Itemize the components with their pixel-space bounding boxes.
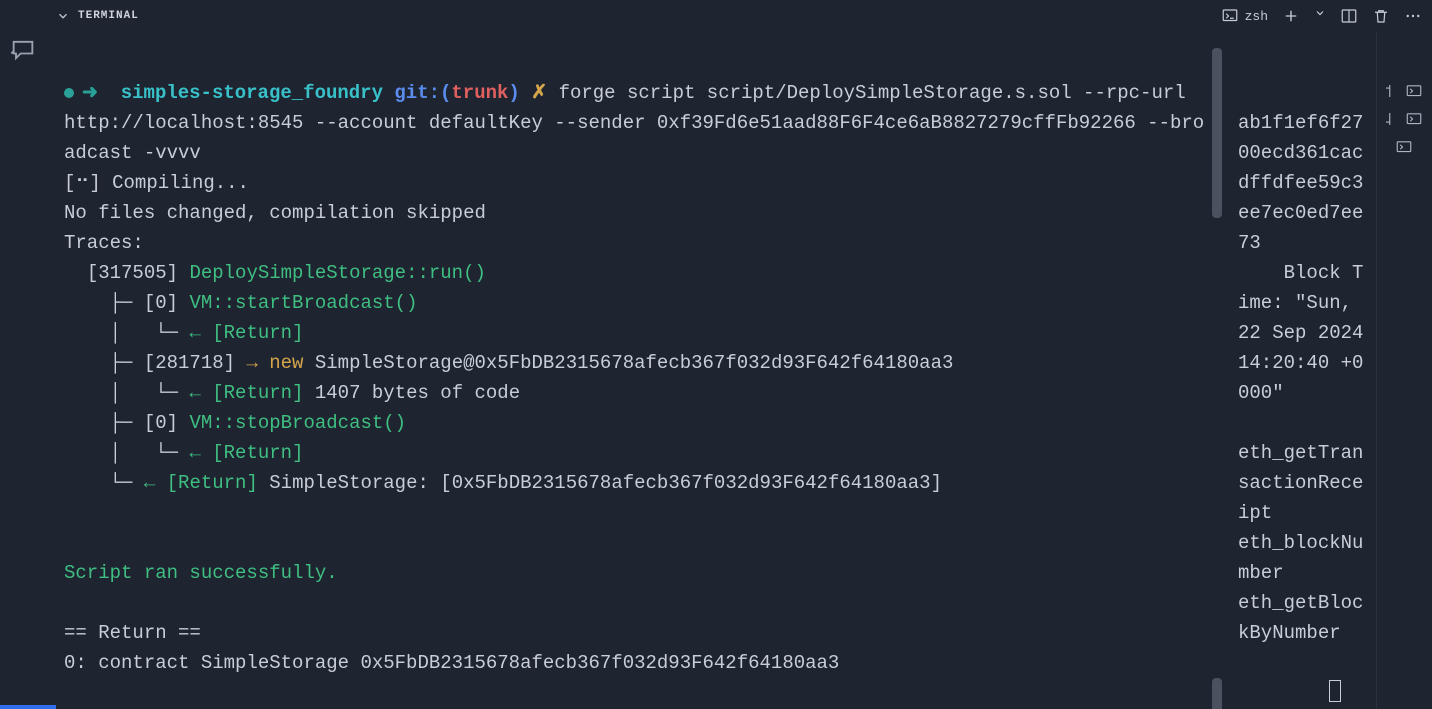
terminal-scrollbar[interactable] xyxy=(1212,48,1222,709)
trace-l2-pre: ├─ [281718] xyxy=(64,352,246,374)
trace-last-tail: SimpleStorage: [0x5FbDB2315678afecb367f0… xyxy=(258,472,942,494)
terminal-output[interactable]: ➜ simples-storage_foundry git:(trunk) ✗ … xyxy=(46,32,1226,709)
new-terminal-plus-icon[interactable] xyxy=(1282,7,1300,25)
trace-l3-vm: VM:: xyxy=(189,412,235,434)
terminal-small-icon xyxy=(1395,138,1413,156)
out-traces: Traces: xyxy=(64,232,144,254)
trace-l3-pre: ├─ [0] xyxy=(64,412,189,434)
terminal-tab-list-item-2[interactable] xyxy=(1377,110,1423,128)
trace-l1-vm: VM:: xyxy=(189,292,235,314)
prompt-project: simples-storage_foundry xyxy=(121,82,383,104)
trace-l3-sb: stopBroadcast() xyxy=(235,412,406,434)
comment-icon[interactable] xyxy=(9,36,37,64)
trace-l3-ret-pre: │ └─ xyxy=(64,442,189,464)
terminal-secondary[interactable]: ab1f1ef6f2700ecd361cacdffdfee59c3ee7ec0e… xyxy=(1226,32,1376,709)
prompt-dirty-flag: ✗ xyxy=(531,82,547,104)
blank-1 xyxy=(64,502,75,524)
trace-l2-tail: SimpleStorage@0x5FbDB2315678afecb367f032… xyxy=(303,352,953,374)
terminal-tabs-actions: zsh xyxy=(1221,0,1432,32)
trace-l1-sb: startBroadcast() xyxy=(235,292,417,314)
terminal-small-icon xyxy=(1405,110,1423,128)
trace-last-pre: └─ xyxy=(64,472,144,494)
return-1: [Return] xyxy=(212,322,303,344)
scrollbar-thumb[interactable] xyxy=(1212,48,1222,218)
terminal-tab-zsh[interactable]: zsh xyxy=(1221,7,1268,25)
panel-collapse-chevron-icon[interactable] xyxy=(56,9,70,23)
return-2: [Return] xyxy=(212,382,303,404)
terminal-main[interactable]: ➜ simples-storage_foundry git:(trunk) ✗ … xyxy=(46,32,1226,709)
trace-root-call: DeploySimpleStorage::run() xyxy=(189,262,485,284)
terminal-icon xyxy=(1221,7,1239,25)
more-icon[interactable] xyxy=(1404,7,1422,25)
terminal-tab-list-item-1[interactable] xyxy=(1377,82,1423,100)
prompt-status-dot-icon xyxy=(64,88,74,98)
terminal-cursor-icon xyxy=(1329,680,1341,702)
prompt-git-suffix: ) xyxy=(508,82,519,104)
out-success: Script ran successfully. xyxy=(64,562,338,584)
activity-bar xyxy=(0,0,46,709)
arrow-right-1: → xyxy=(246,352,269,374)
blank-3 xyxy=(64,592,75,614)
trace-l2-ret-pre: │ └─ xyxy=(64,382,189,404)
status-bar-accent xyxy=(0,705,56,709)
terminal-tab-list xyxy=(1376,32,1432,709)
trace-l1-ret-pre: │ └─ xyxy=(64,322,189,344)
panel-title[interactable]: TERMINAL xyxy=(78,10,139,22)
arrow-left-4: ← xyxy=(144,472,167,494)
terminal-tab-label: zsh xyxy=(1245,9,1268,24)
trace-root-gas: [317505] xyxy=(64,262,189,284)
trace-l2-ret-tail: 1407 bytes of code xyxy=(303,382,520,404)
out-compile: Compiling... xyxy=(112,172,249,194)
trace-new: new xyxy=(269,352,303,374)
blank-2 xyxy=(64,532,75,554)
arrow-left-3: ← xyxy=(189,442,212,464)
scrollbar-thumb-2[interactable] xyxy=(1212,678,1222,709)
terminal-tab-list-item-3[interactable] xyxy=(1377,138,1413,156)
return-3: [Return] xyxy=(212,442,303,464)
trace-l1-pre: ├─ [0] xyxy=(64,292,189,314)
arrow-left-1: ← xyxy=(189,322,212,344)
out-nochanges: No files changed, compilation skipped xyxy=(64,202,486,224)
prompt-arrow: ➜ xyxy=(82,82,98,104)
return-4: [Return] xyxy=(167,472,258,494)
terminal-small-icon xyxy=(1405,82,1423,100)
out-compile-prefix: [⠒] xyxy=(64,172,112,194)
trash-icon[interactable] xyxy=(1372,7,1390,25)
arrow-left-2: ← xyxy=(189,382,212,404)
chevron-down-icon[interactable] xyxy=(1314,7,1326,25)
out-return-line: 0: contract SimpleStorage 0x5FbDB2315678… xyxy=(64,652,839,674)
secondary-output: ab1f1ef6f2700ecd361cacdffdfee59c3ee7ec0e… xyxy=(1238,108,1368,648)
prompt-git-branch: trunk xyxy=(451,82,508,104)
split-terminal-icon[interactable] xyxy=(1340,7,1358,25)
prompt-git-prefix: git:( xyxy=(394,82,451,104)
out-return-header: == Return == xyxy=(64,622,201,644)
